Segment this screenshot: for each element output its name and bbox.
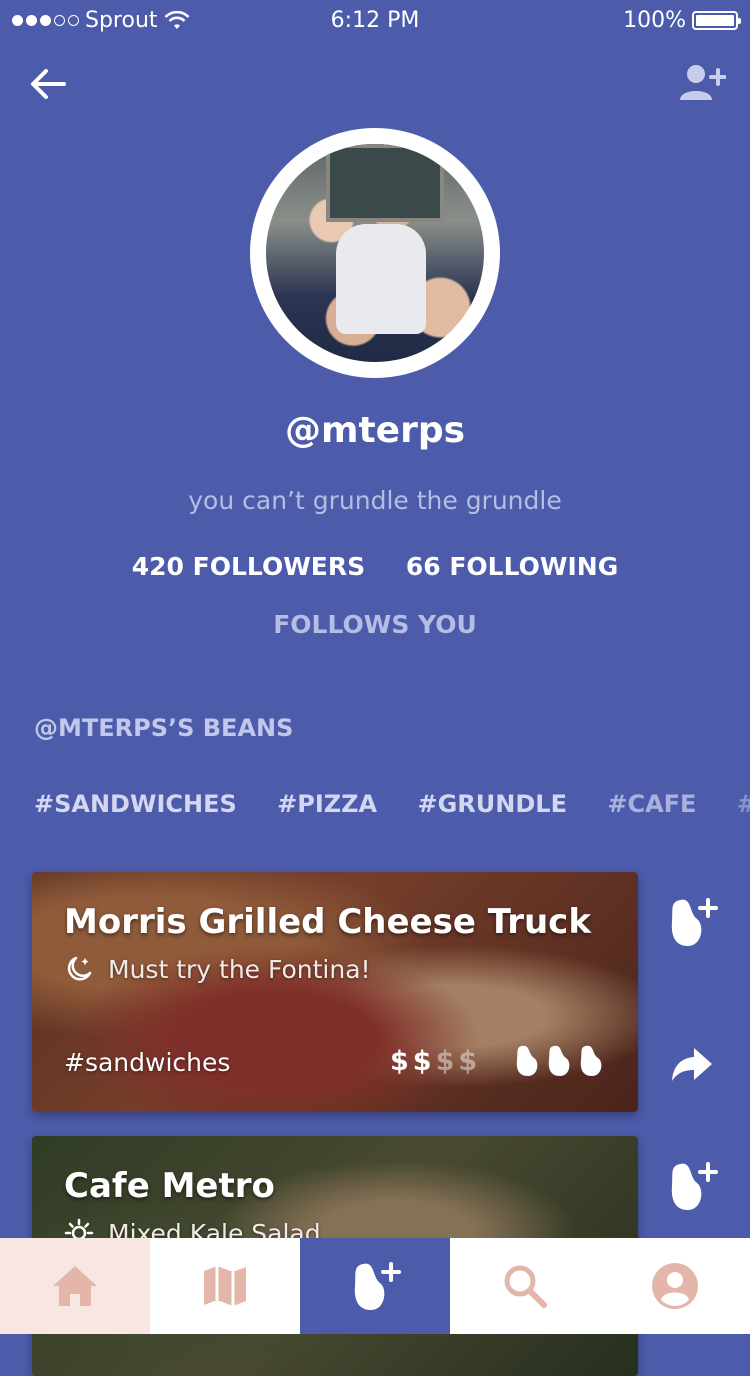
bean-icon (516, 1045, 538, 1076)
person-icon (652, 1263, 698, 1309)
bean-icon (548, 1045, 570, 1076)
card-title: Morris Grilled Cheese Truck (64, 902, 591, 942)
follow-stats: 420 FOLLOWERS 66 FOLLOWING (0, 552, 750, 581)
tab-search[interactable] (450, 1238, 600, 1334)
avatar[interactable] (266, 144, 484, 362)
arrow-left-icon (31, 69, 66, 99)
tag-filter-list: #SANDWICHES #PIZZA #GRUNDLE #CAFE #BAR # (34, 790, 750, 818)
followers-count[interactable]: 420 FOLLOWERS (132, 552, 365, 581)
follows-you-badge: FOLLOWS YOU (273, 610, 477, 639)
person-add-icon (680, 65, 727, 100)
card-title: Cafe Metro (64, 1166, 275, 1206)
price-inactive: $$ (435, 1046, 482, 1077)
following-count[interactable]: 66 FOLLOWING (406, 552, 618, 581)
battery-status: 100% (623, 8, 741, 33)
tag-sandwiches[interactable]: #SANDWICHES (34, 790, 237, 818)
tab-bar (0, 1238, 750, 1334)
add-bean-button[interactable] (664, 894, 720, 950)
battery-icon (692, 11, 741, 30)
username: @mterps (284, 410, 466, 451)
bean-icon (580, 1045, 602, 1076)
card-subtitle: Must try the Fontina! (108, 954, 371, 984)
tag-pizza[interactable]: #PIZZA (277, 790, 377, 818)
battery-percent: 100% (623, 8, 686, 33)
price-level: $$$$ (390, 1046, 481, 1077)
status-bar: Sprout 6:12 PM 100% (0, 0, 750, 40)
tab-add-bean[interactable] (300, 1238, 450, 1334)
beans-section-title: @MTERPS’S BEANS (34, 714, 294, 742)
tag-cafe[interactable]: #CAFE (607, 790, 696, 818)
tab-map[interactable] (150, 1238, 300, 1334)
tab-profile[interactable] (600, 1238, 750, 1334)
bean-rating (514, 1044, 604, 1078)
add-bean-button[interactable] (664, 1158, 720, 1214)
bio: you can’t grundle the grundle (188, 486, 562, 515)
home-icon (53, 1266, 97, 1306)
tab-home[interactable] (0, 1238, 150, 1334)
tag-grundle[interactable]: #GRUNDLE (418, 790, 567, 818)
share-button[interactable] (664, 1036, 720, 1092)
bean-add-icon (671, 898, 718, 946)
price-active: $$ (390, 1046, 436, 1077)
back-button[interactable] (28, 64, 68, 104)
map-icon (204, 1266, 246, 1306)
tag-bar[interactable]: #BAR (737, 790, 750, 818)
card-tag[interactable]: #sandwiches (64, 1048, 230, 1077)
bean-card[interactable]: Morris Grilled Cheese Truck Must try the… (32, 872, 638, 1112)
share-icon (672, 1048, 712, 1081)
bean-add-icon (671, 1162, 718, 1210)
avatar-frame (250, 128, 500, 378)
bean-add-icon (354, 1262, 401, 1310)
search-icon (504, 1265, 547, 1308)
add-friend-button[interactable] (678, 62, 727, 104)
moon-icon (67, 956, 92, 981)
card-subtitle-row: Must try the Fontina! (64, 954, 371, 984)
